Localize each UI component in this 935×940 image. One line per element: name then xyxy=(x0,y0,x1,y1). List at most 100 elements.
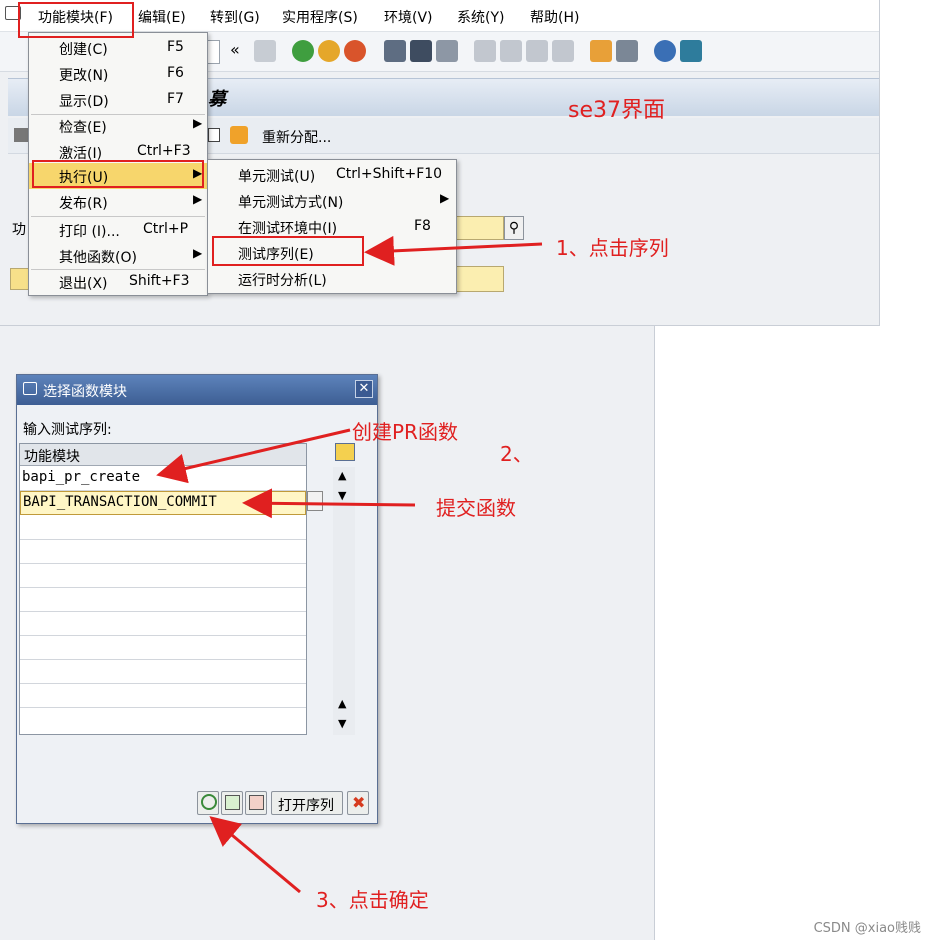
dialog-title-bar: 选择函数模块 ✕ xyxy=(17,375,377,405)
menu-item-check[interactable]: 检查(E) ▶ xyxy=(29,113,207,139)
cancel-icon[interactable] xyxy=(344,40,366,62)
confirm-check-icon xyxy=(201,794,217,810)
menu-environment[interactable]: 环境(V) xyxy=(384,7,433,27)
table-row[interactable] xyxy=(20,684,306,708)
confirm-button[interactable] xyxy=(197,791,219,815)
menu-item-label: 发布(R) xyxy=(59,196,108,212)
menu-item-label: 打印 (I)... xyxy=(59,224,120,240)
dialog-title: 选择函数模块 xyxy=(43,384,127,400)
exit-icon[interactable] xyxy=(318,40,340,62)
column-header-label: 功能模块 xyxy=(24,449,80,465)
previous-page-icon[interactable] xyxy=(500,40,522,62)
menu-item-shortcut: F8 xyxy=(414,218,431,234)
display-change-icon[interactable] xyxy=(14,128,28,142)
function-module-table: 功能模块 bapi_pr_create BAPI_TRANSACTION_COM… xyxy=(19,443,307,735)
column-settings-icon[interactable] xyxy=(335,443,355,461)
menu-item-exit[interactable]: 退出(X) Shift+F3 xyxy=(29,269,207,295)
sequence-label: 输入测试序列: xyxy=(23,422,112,438)
menu-item-label: 单元测试方式(N) xyxy=(238,195,344,211)
menu-system[interactable]: 系统(Y) xyxy=(457,7,504,27)
cancel-button[interactable]: ✖ xyxy=(347,791,369,815)
reassign-button[interactable]: 重新分配... xyxy=(262,127,331,147)
menu-item-shortcut: F5 xyxy=(167,39,184,55)
table-scrollbar[interactable]: ▲ ▼ ▲ ▼ xyxy=(333,467,355,735)
table-row[interactable] xyxy=(20,660,306,684)
menu-goto[interactable]: 转到(G) xyxy=(210,7,260,27)
table-row[interactable] xyxy=(20,708,306,732)
scroll-down-icon[interactable]: ▼ xyxy=(338,489,346,502)
first-page-icon[interactable] xyxy=(474,40,496,62)
table-row-active[interactable]: BAPI_TRANSACTION_COMMIT xyxy=(20,491,306,515)
menu-item-print[interactable]: 打印 (I)... Ctrl+P xyxy=(29,217,207,243)
table-row[interactable] xyxy=(20,636,306,660)
open-sequence-label: 打开序列 xyxy=(278,798,334,814)
menu-item-label: 单元测试(U) xyxy=(238,169,316,185)
find-next-icon[interactable] xyxy=(436,40,458,62)
print-icon[interactable] xyxy=(384,40,406,62)
save-icon[interactable] xyxy=(254,40,276,62)
help-icon[interactable] xyxy=(654,40,676,62)
new-session-icon[interactable] xyxy=(590,40,612,62)
menu-item-release[interactable]: 发布(R) ▶ xyxy=(29,189,207,215)
menu-item-create[interactable]: 创建(C) F5 xyxy=(29,35,207,61)
scroll-page-up-icon[interactable]: ▲ xyxy=(338,697,346,710)
menu-item-label: 退出(X) xyxy=(59,276,108,292)
submenu-item-unit-test-mode[interactable]: 单元测试方式(N) ▶ xyxy=(208,188,456,214)
open-sequence-button[interactable]: 打开序列 xyxy=(271,791,343,815)
step2-annotation: 2、 xyxy=(500,442,533,466)
next-page-icon[interactable] xyxy=(526,40,548,62)
menu-item-shortcut: F7 xyxy=(167,91,184,107)
execute-area-icon[interactable] xyxy=(10,268,30,290)
scroll-page-down-icon[interactable]: ▼ xyxy=(338,717,346,730)
table-row[interactable] xyxy=(20,564,306,588)
menu-item-label: 创建(C) xyxy=(59,42,108,58)
find-icon[interactable] xyxy=(410,40,432,62)
second-input[interactable] xyxy=(456,266,504,292)
collapse-icon[interactable]: « xyxy=(230,40,240,59)
submenu-arrow-icon: ▶ xyxy=(193,192,203,206)
table-row[interactable] xyxy=(20,516,306,540)
execute-submenu: 单元测试(U) Ctrl+Shift+F10 单元测试方式(N) ▶ 在测试环境… xyxy=(207,159,457,294)
submenu-item-runtime-analysis[interactable]: 运行时分析(L) xyxy=(208,266,456,292)
menu-item-label: 检查(E) xyxy=(59,120,107,136)
table-row[interactable] xyxy=(20,588,306,612)
menu-item-change[interactable]: 更改(N) F6 xyxy=(29,61,207,87)
close-icon[interactable]: ✕ xyxy=(355,380,373,398)
last-page-icon[interactable] xyxy=(552,40,574,62)
menu-item-display[interactable]: 显示(D) F7 xyxy=(29,87,207,113)
checkbox-icon[interactable] xyxy=(208,128,220,142)
insert-row-icon xyxy=(225,795,240,810)
insert-row-button[interactable] xyxy=(221,791,243,815)
reassign-icon[interactable] xyxy=(230,126,248,144)
menu-item-label: 运行时分析(L) xyxy=(238,273,327,289)
menu-item-shortcut: F6 xyxy=(167,65,184,81)
cancel-x-icon: ✖ xyxy=(352,793,366,812)
highlight-function-module-menu xyxy=(18,2,134,38)
customize-layout-icon[interactable] xyxy=(680,40,702,62)
search-help-icon[interactable]: ⚲ xyxy=(504,216,524,240)
highlight-execute-item xyxy=(32,160,204,188)
step3-annotation: 3、点击确定 xyxy=(316,888,429,912)
function-module-input[interactable] xyxy=(456,216,504,240)
table-row[interactable] xyxy=(20,612,306,636)
row-search-help-icon[interactable] xyxy=(307,491,323,511)
menu-edit[interactable]: 编辑(E) xyxy=(138,7,186,27)
submenu-arrow-icon: ▶ xyxy=(193,246,203,260)
menu-help[interactable]: 帮助(H) xyxy=(530,7,579,27)
menu-item-shortcut: Ctrl+Shift+F10 xyxy=(336,166,443,182)
watermark: CSDN @xiao贱贱 xyxy=(813,921,921,936)
scroll-up-icon[interactable]: ▲ xyxy=(338,469,346,482)
shortcut-icon[interactable] xyxy=(616,40,638,62)
submenu-arrow-icon: ▶ xyxy=(440,191,450,205)
table-cell[interactable]: BAPI_TRANSACTION_COMMIT xyxy=(23,494,217,510)
table-cell[interactable]: bapi_pr_create xyxy=(22,469,140,485)
back-icon[interactable] xyxy=(292,40,314,62)
table-row[interactable] xyxy=(20,540,306,564)
menu-item-other-functions[interactable]: 其他函数(O) ▶ xyxy=(29,243,207,269)
menu-item-label: 更改(N) xyxy=(59,68,109,84)
table-row[interactable]: bapi_pr_create xyxy=(20,467,306,491)
submenu-item-unit-test[interactable]: 单元测试(U) Ctrl+Shift+F10 xyxy=(208,162,456,188)
menu-utilities[interactable]: 实用程序(S) xyxy=(282,7,358,27)
menu-item-shortcut: Ctrl+P xyxy=(143,221,189,237)
delete-row-button[interactable] xyxy=(245,791,267,815)
